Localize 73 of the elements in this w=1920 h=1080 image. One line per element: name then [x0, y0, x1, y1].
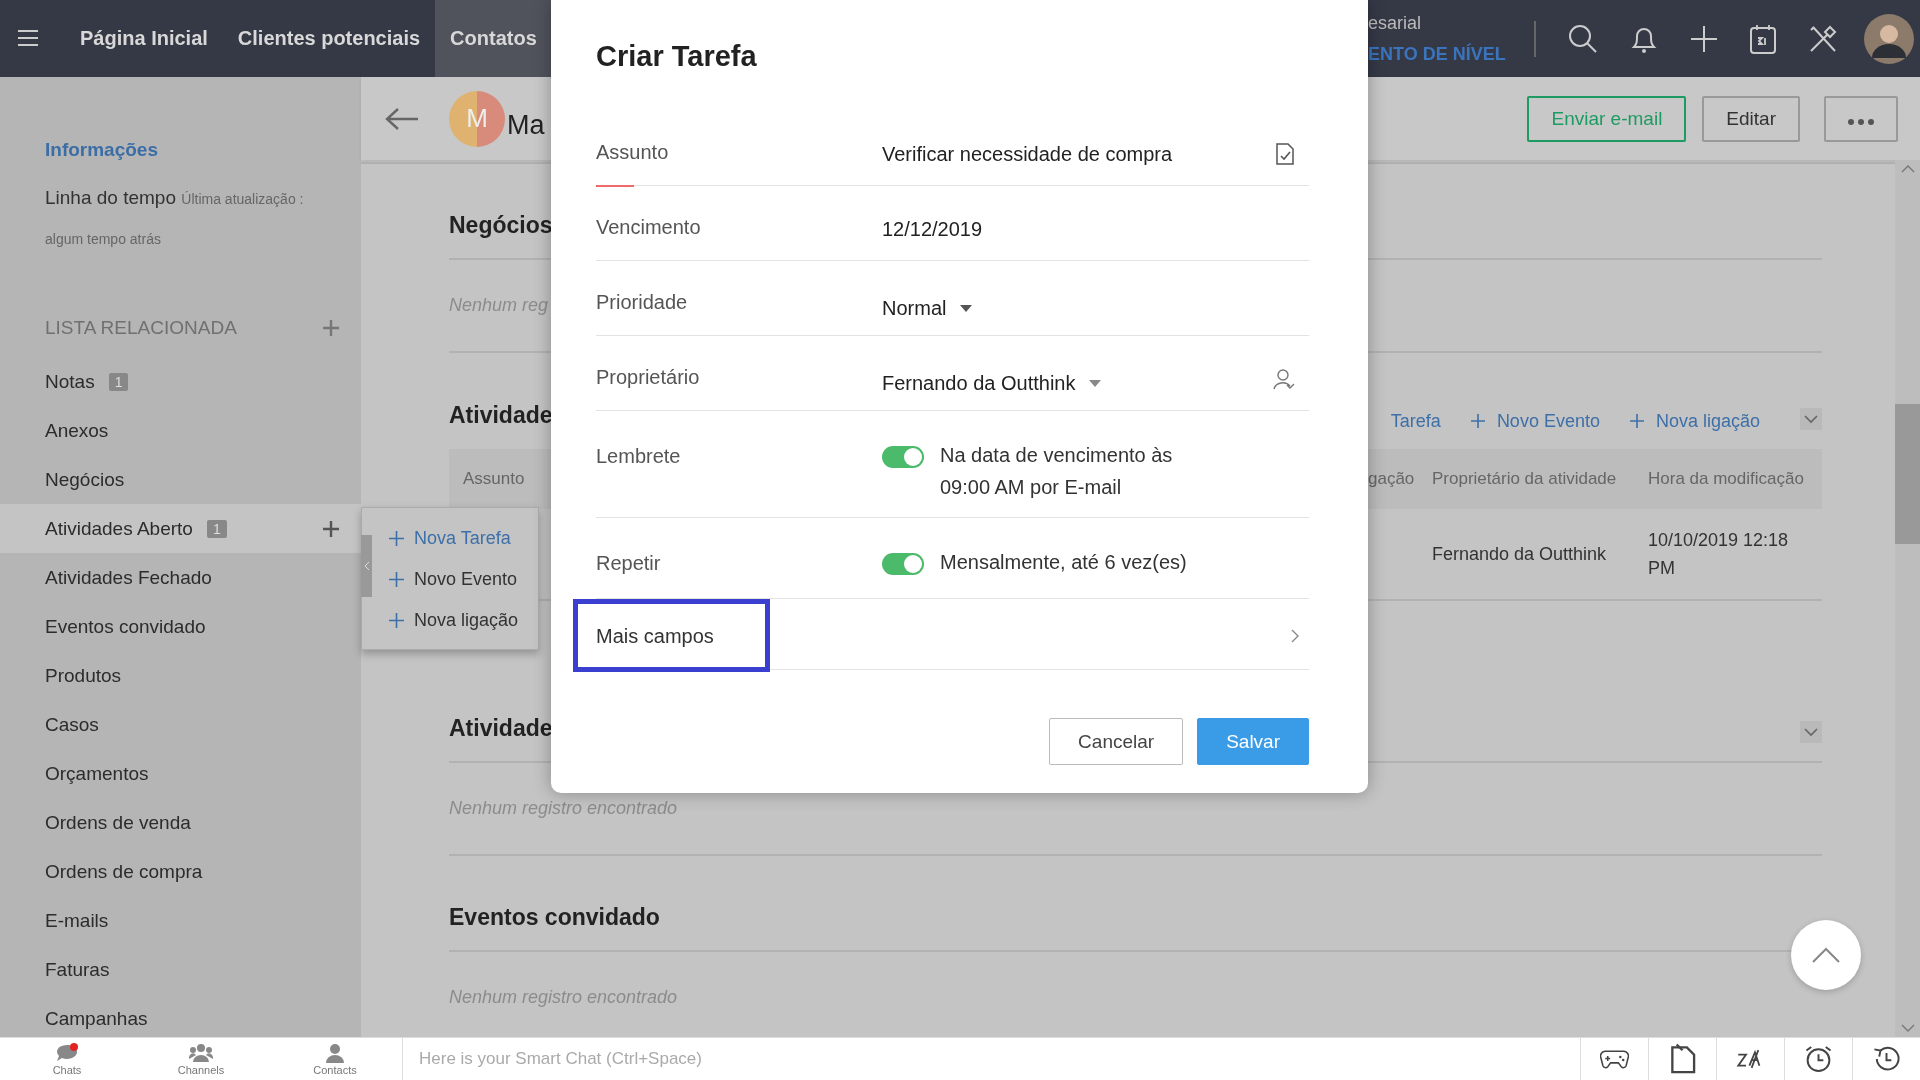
sidebar-item[interactable]: Produtos — [0, 651, 361, 700]
column-header: Hora da modificação — [1648, 469, 1805, 489]
item-label: Faturas — [45, 958, 110, 981]
field-value[interactable]: Verificar necessidade de compra — [882, 142, 1173, 166]
menu-item[interactable]: Nova ligação — [389, 610, 519, 631]
item-label: Anexos — [45, 419, 109, 442]
sidebar-item[interactable]: Ordens de compra — [0, 847, 361, 896]
field-value[interactable]: 12/12/2019 — [882, 217, 983, 241]
item-label: Notas — [45, 370, 95, 393]
sidebar-item[interactable]: Campanhas — [0, 994, 361, 1037]
field-label: Proprietário — [596, 366, 700, 388]
sidebar-item[interactable]: Orçamentos — [0, 749, 361, 798]
section-title: Atividade — [449, 401, 553, 429]
sidebar-item[interactable]: Atividades Aberto 1 — [0, 504, 361, 553]
count-badge: 1 — [108, 372, 129, 391]
item-label: Produtos — [45, 664, 122, 687]
item-label: E-mails — [45, 909, 109, 932]
record-name: Ma — [507, 110, 545, 141]
dialog-title: Criar Tarefa — [596, 40, 758, 73]
toggle-summary: Na data de vencimento às 09:00 AM por E-mail — [940, 443, 1174, 500]
cancel-button[interactable]: Cancelar — [1049, 718, 1184, 765]
field-label: Repetir — [596, 552, 661, 574]
sidebar-item[interactable]: Ordens de venda — [0, 798, 361, 847]
more-fields-button[interactable]: Mais campos — [596, 617, 1309, 655]
tab-label: Contacts — [313, 1063, 357, 1076]
toggle-summary: Mensalmente, até 6 vez(es) — [940, 550, 1188, 575]
edit-button[interactable]: Editar — [1702, 95, 1800, 142]
section-title: Negócios — [449, 211, 553, 239]
field-label: Prioridade — [596, 291, 688, 313]
sidebar-item[interactable]: Notas 1 — [0, 357, 361, 406]
sidebar-item[interactable]: Atividades Fechado — [0, 553, 361, 602]
column-header: Proprietário da atividade — [1432, 469, 1618, 489]
section-heading: LISTA RELACIONADA — [45, 317, 237, 339]
menu-item[interactable]: Novo Evento — [389, 569, 519, 590]
item-label: Atividades Fechado — [45, 566, 212, 589]
field-label: Assunto — [596, 141, 669, 163]
item-label: Eventos convidado — [45, 615, 206, 638]
item-label: Atividades Aberto — [45, 517, 193, 540]
sidebar-item[interactable]: Anexos — [0, 406, 361, 455]
column-header: gação — [1368, 469, 1416, 489]
chat-tab[interactable]: Chats — [0, 1037, 134, 1080]
nav-tab[interactable]: Clientes potenciais — [222, 0, 436, 77]
table-cell-text: Fernando da Outthink — [1432, 543, 1608, 565]
item-label: Negócios — [45, 468, 125, 491]
field-label: Lembrete — [596, 445, 681, 467]
chat-tab[interactable]: Channels — [134, 1037, 268, 1080]
sidebar-item[interactable]: Negócios — [0, 455, 361, 504]
nav-tab[interactable]: Contatos — [435, 0, 552, 77]
column-header: Assunto — [462, 469, 525, 489]
dropdown[interactable]: Fernando da Outthink — [882, 363, 1102, 395]
item-label: Orçamentos — [45, 762, 149, 785]
item-label: Ordens de compra — [45, 860, 203, 883]
timeline-link[interactable]: Linha do tempo Última atualização : — [45, 187, 304, 209]
section-title: Atividade — [449, 714, 553, 742]
edition-text: esarial — [1368, 12, 1423, 34]
item-label: Casos — [45, 713, 99, 736]
sidebar-item[interactable]: Faturas — [0, 945, 361, 994]
table-cell-text: 10/10/2019 12:18 PM — [1648, 529, 1790, 580]
tab-label: Channels — [177, 1063, 225, 1076]
item-label: Campanhas — [45, 1007, 148, 1030]
record-avatar: M — [449, 90, 505, 147]
chat-tab[interactable]: Contacts — [268, 1037, 402, 1080]
section-title: Eventos convidado — [449, 903, 660, 931]
count-badge: 1 — [206, 519, 227, 538]
update-time: algum tempo atrás — [45, 231, 161, 247]
sidebar-item[interactable]: Casos — [0, 700, 361, 749]
nav-tab[interactable]: Página Inicial — [65, 0, 223, 77]
sidebar-item[interactable]: Eventos convidado — [0, 602, 361, 651]
field-label: Vencimento — [596, 216, 701, 238]
sidebar-item[interactable]: E-mails — [0, 896, 361, 945]
item-label: Ordens de venda — [45, 811, 191, 834]
tab-label: Chats — [52, 1063, 82, 1076]
dropdown[interactable]: Normal — [882, 288, 973, 320]
